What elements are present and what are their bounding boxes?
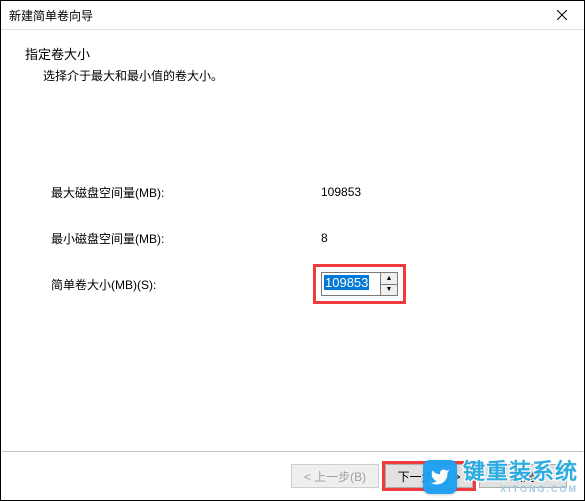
wizard-body: 最大磁盘空间量(MB): 109853 最小磁盘空间量(MB): 8 简单卷大小…: [1, 94, 584, 297]
titlebar: 新建简单卷向导: [1, 1, 584, 30]
window-title: 新建简单卷向导: [9, 7, 93, 24]
wizard-footer: < 上一步(B) 下一步(N) > 取消: [2, 451, 583, 500]
page-subtitle: 选择介于最大和最小值的卷大小。: [25, 67, 560, 84]
cancel-button[interactable]: 取消: [479, 464, 567, 488]
next-button[interactable]: 下一步(N) >: [385, 464, 473, 488]
spin-up-button[interactable]: ▲: [381, 273, 397, 285]
volume-size-control: 109853 ▲ ▼: [321, 272, 398, 296]
close-button[interactable]: [540, 1, 584, 29]
min-size-value: 8: [321, 231, 328, 245]
volume-size-spinner[interactable]: 109853 ▲ ▼: [321, 272, 398, 296]
max-size-value: 109853: [321, 185, 361, 199]
min-size-label: 最小磁盘空间量(MB):: [51, 230, 321, 247]
page-title: 指定卷大小: [25, 44, 560, 63]
spinner-buttons: ▲ ▼: [380, 273, 397, 295]
close-icon: [557, 10, 567, 20]
max-size-label: 最大磁盘空间量(MB):: [51, 184, 321, 201]
spin-down-button[interactable]: ▼: [381, 285, 397, 296]
wizard-header: 指定卷大小 选择介于最大和最小值的卷大小。: [1, 30, 584, 94]
volume-size-input[interactable]: 109853: [322, 273, 380, 293]
row-max-size: 最大磁盘空间量(MB): 109853: [51, 179, 534, 205]
back-button[interactable]: < 上一步(B): [291, 464, 379, 488]
volume-size-label: 简单卷大小(MB)(S):: [51, 276, 321, 293]
row-volume-size: 简单卷大小(MB)(S): 109853 ▲ ▼: [51, 271, 534, 297]
wizard-window: 新建简单卷向导 指定卷大小 选择介于最大和最小值的卷大小。 最大磁盘空间量(MB…: [0, 0, 585, 501]
row-min-size: 最小磁盘空间量(MB): 8: [51, 225, 534, 251]
